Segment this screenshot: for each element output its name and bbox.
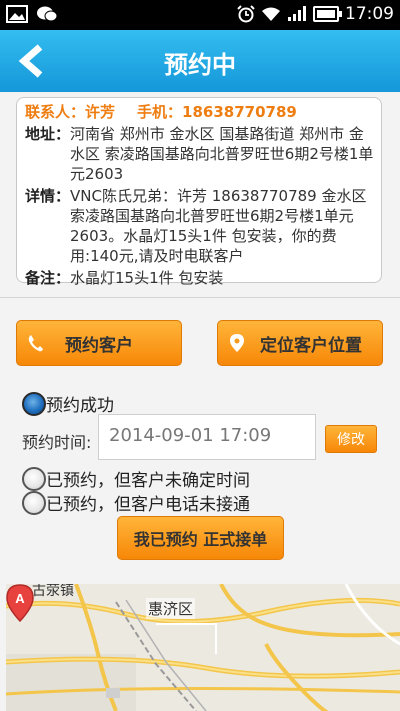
note-label: 备注： — [25, 269, 71, 287]
battery-icon — [313, 6, 342, 22]
detail-value: VNC陈氏兄弟：许芳 18638770789 金水区索凌路国基路向北普罗旺世6期… — [70, 187, 367, 265]
radio-time-unconfirmed[interactable]: 已预约，但客户未确定时间 — [22, 466, 250, 491]
appoint-customer-label: 预约客户 — [65, 335, 133, 356]
appoint-time-label: 预约时间: — [22, 433, 92, 452]
status-time: 17:09 — [345, 4, 394, 24]
gallery-notification-icon — [6, 5, 28, 23]
radio-selected-icon — [22, 391, 46, 416]
phone-no-answer-label: 已预约，但客户电话未接通 — [46, 495, 250, 515]
detail-row: 详情： VNC陈氏兄弟：许芳 18638770789 金水区索凌路国基路向北普罗… — [25, 186, 375, 266]
contact-name: 许芳 — [85, 103, 116, 121]
page-title: 预约中 — [164, 51, 236, 79]
address-row: 地址： 河南省 郑州市 金水区 国基路街道 郑州市 金水区 索凌路国基路向北普罗… — [25, 124, 375, 184]
wifi-icon — [262, 7, 280, 21]
edit-time-button[interactable]: 修改 — [325, 425, 377, 453]
map-view[interactable]: 古荥镇 惠济区 A — [6, 584, 400, 711]
time-unconfirmed-label: 已预约，但客户未确定时间 — [46, 471, 250, 491]
radio-unselected-icon — [22, 466, 46, 491]
locate-customer-button[interactable]: 定位客户位置 — [217, 320, 383, 366]
title-bar: 预约中 — [0, 30, 400, 92]
map-marker-letter: A — [15, 591, 25, 606]
accept-order-button[interactable]: 我已预约 正式接单 — [117, 516, 284, 560]
radio-phone-no-answer[interactable]: 已预约，但客户电话未接通 — [22, 490, 250, 515]
order-info-card: 联系人：许芳 手机：18638770789 地址： 河南省 郑州市 金水区 国基… — [16, 97, 382, 287]
address-label: 地址： — [25, 125, 71, 143]
contact-line: 联系人：许芳 手机：18638770789 — [25, 102, 375, 122]
radio-unselected-icon — [22, 490, 46, 515]
phone-number[interactable]: 18638770789 — [182, 103, 297, 121]
signal-icon — [288, 6, 306, 21]
status-bar: 17:09 — [0, 0, 400, 30]
radio-appoint-success[interactable]: 预约成功 — [22, 391, 114, 416]
divider — [0, 297, 400, 298]
appoint-customer-button[interactable]: 预约客户 — [16, 320, 182, 366]
map-label-town: 古荥镇 — [32, 584, 74, 599]
note-row: 备注： 水晶灯15头1件 包安装 — [25, 268, 375, 288]
appoint-success-label: 预约成功 — [46, 396, 114, 416]
phone-label: 手机： — [137, 103, 183, 121]
location-pin-icon — [230, 334, 244, 352]
address-value: 河南省 郑州市 金水区 国基路街道 郑州市 金水区 索凌路国基路向北普罗旺世6期… — [70, 125, 374, 183]
map-marker-icon[interactable]: A — [6, 584, 34, 622]
appoint-time-field[interactable]: 2014-09-01 17:09 — [98, 414, 316, 460]
phone-icon — [28, 335, 43, 352]
map-label-district: 惠济区 — [146, 598, 196, 619]
locate-customer-label: 定位客户位置 — [260, 335, 362, 356]
detail-label: 详情： — [25, 187, 71, 205]
contact-label: 联系人： — [25, 103, 86, 121]
map-background — [6, 584, 400, 711]
alarm-icon — [237, 5, 255, 23]
note-value: 水晶灯15头1件 包安装 — [70, 269, 224, 287]
wechat-notification-icon — [37, 6, 58, 22]
